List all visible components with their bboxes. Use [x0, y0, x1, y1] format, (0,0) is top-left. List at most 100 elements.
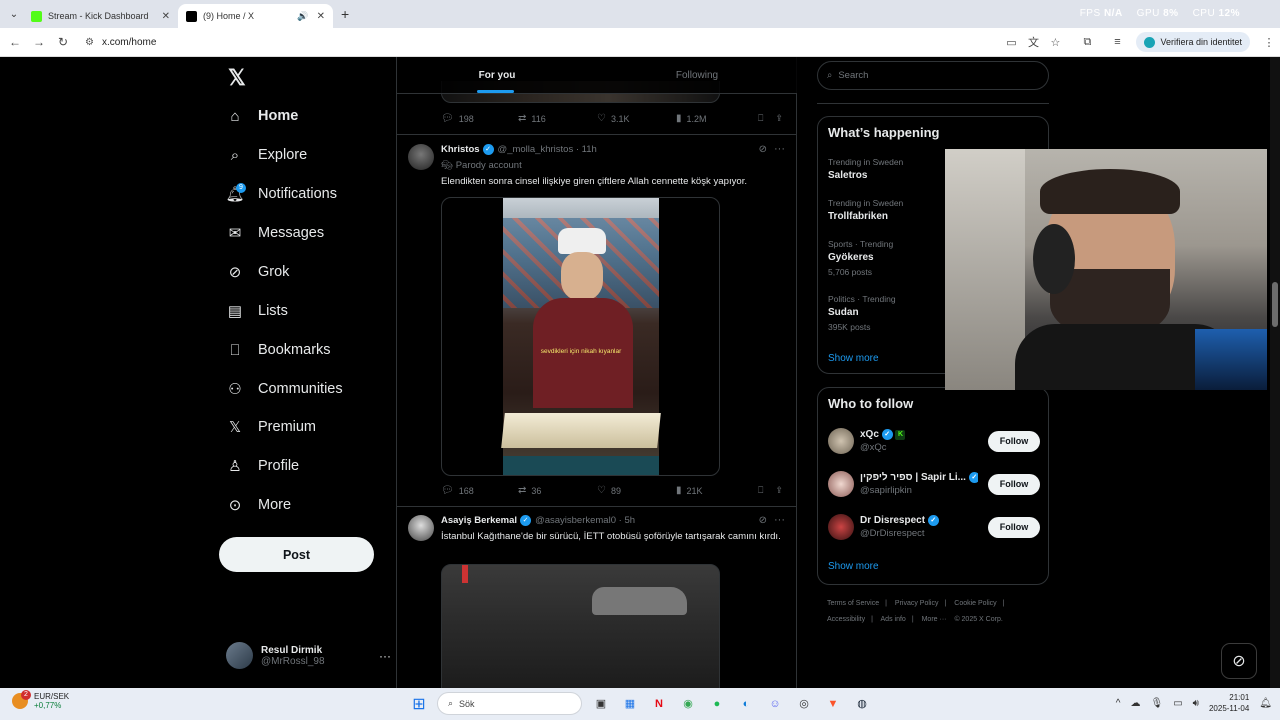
discord-icon[interactable]: ☺	[764, 693, 786, 715]
extensions-icon[interactable]: ⧉	[1076, 36, 1098, 49]
trend-item[interactable]: Sports · Trending Gyökeres 5,706 posts	[828, 239, 893, 277]
like-button[interactable]: ♡ 89	[597, 485, 676, 496]
x-logo-icon[interactable]: 𝕏	[228, 65, 246, 91]
trend-item[interactable]: Trending in Sweden Saletros	[828, 157, 903, 181]
reading-list-icon[interactable]: ≡	[1106, 36, 1128, 48]
trend-item[interactable]: Politics · Trending Sudan 395K posts	[828, 294, 896, 332]
tab-list-button[interactable]: ⌄	[5, 5, 23, 23]
nav-premium[interactable]: 𝕏 Premium	[226, 413, 316, 441]
footer-link[interactable]: Terms of Service	[827, 600, 879, 607]
follow-button[interactable]: Follow	[988, 516, 1040, 538]
share-icon[interactable]: ⇪	[775, 485, 783, 496]
tweet-video[interactable]	[441, 564, 720, 688]
show-more-link[interactable]: Show more	[828, 561, 879, 572]
page-scrollbar[interactable]	[1270, 57, 1280, 688]
tweet-time[interactable]: 5h	[624, 515, 635, 526]
scrollbar-thumb[interactable]	[1272, 282, 1278, 327]
nav-notifications[interactable]: 🔔︎ 9 Notifications	[225, 180, 337, 208]
search-input[interactable]: ⌕ Search	[817, 61, 1049, 90]
show-more-link[interactable]: Show more	[828, 353, 879, 364]
follow-button[interactable]: Follow	[988, 473, 1040, 495]
bookmark-icon[interactable]: ⎕	[758, 113, 763, 124]
tweet-time[interactable]: 11h	[582, 144, 597, 155]
author-name[interactable]: Asayiş Berkemal	[441, 515, 517, 526]
edge-icon[interactable]: ◐	[735, 693, 757, 715]
verify-identity-button[interactable]: Verifiera din identitet	[1136, 32, 1250, 52]
more-icon[interactable]: ···	[774, 514, 785, 526]
cloud-icon[interactable]: ☁	[1131, 698, 1141, 709]
browser-tab-kick[interactable]: Stream - Kick Dashboard ✕	[23, 4, 178, 28]
close-tab-icon[interactable]: ✕	[317, 11, 325, 22]
nav-bookmarks[interactable]: ⎕ Bookmarks	[226, 336, 330, 364]
new-tab-button[interactable]: +	[341, 6, 349, 22]
footer-link[interactable]: Cookie Policy	[954, 600, 996, 607]
follow-suggestion[interactable]: ספיר ליפקין | Sapir Li... ✓ @sapirlipkin…	[828, 469, 1040, 499]
forward-icon[interactable]: →	[27, 35, 51, 49]
grok-icon[interactable]: ⊘	[759, 144, 767, 155]
translate-icon[interactable]: 文	[1022, 34, 1044, 50]
nav-explore[interactable]: ⌕ Explore	[226, 141, 307, 169]
footer-link[interactable]: Ads info	[881, 616, 906, 623]
footer-more-link[interactable]: More ···	[922, 616, 947, 623]
taskbar-search[interactable]: ⌕ Sök	[437, 692, 582, 715]
footer-link[interactable]: Privacy Policy	[895, 600, 939, 607]
nav-grok[interactable]: ⊘ Grok	[226, 258, 290, 286]
browser-menu-icon[interactable]: ⋮	[1258, 36, 1280, 49]
windows-start-icon[interactable]: ⊞	[408, 693, 430, 715]
nav-profile[interactable]: ♙ Profile	[226, 452, 299, 480]
grok-icon[interactable]: ⊘	[759, 515, 767, 526]
bookmark-icon[interactable]: ⎕	[758, 485, 763, 496]
bookmark-star-icon[interactable]: ☆	[1044, 36, 1066, 49]
tweet[interactable]: Khristos ✓ @_molla_khristos · 11h ⊘ ··· …	[397, 135, 797, 506]
chevron-up-icon[interactable]: ^	[1116, 698, 1121, 709]
author-handle[interactable]: @_molla_khristos	[498, 144, 574, 155]
account-switcher[interactable]: Resul Dirmik @MrRossl_98 ···	[226, 642, 391, 669]
follow-suggestion[interactable]: xQc ✓ K @xQc Follow	[828, 426, 1040, 456]
browser-tab-x[interactable]: (9) Home / X 🔊 ✕	[178, 4, 333, 28]
back-icon[interactable]: ←	[3, 35, 27, 49]
steam-icon[interactable]: ◍	[851, 693, 873, 715]
brave-icon[interactable]: ▼	[822, 693, 844, 715]
obs-icon[interactable]: ◎	[793, 693, 815, 715]
tweet-video[interactable]: sevdikleri için nikah kıyanlar	[441, 197, 720, 476]
share-icon[interactable]: ⇪	[775, 113, 783, 124]
tweet[interactable]: Asayiş Berkemal ✓ @asayisberkemal0 · 5h …	[397, 507, 797, 688]
volume-icon[interactable]: 🔊︎	[1193, 698, 1199, 709]
tab-following[interactable]: Following	[597, 57, 797, 93]
tab-for-you[interactable]: For you	[397, 57, 597, 93]
nav-home[interactable]: ⌂ Home	[226, 102, 298, 130]
chrome-icon[interactable]: ◉	[677, 693, 699, 715]
repost-button[interactable]: ⇄ 36	[518, 485, 597, 496]
grok-floating-button[interactable]: ⊘	[1221, 643, 1257, 679]
task-view-icon[interactable]: ▣	[590, 693, 612, 715]
reply-button[interactable]: 💬︎ 168	[441, 485, 518, 496]
reload-icon[interactable]: ↻	[51, 35, 75, 49]
like-button[interactable]: ♡ 3.1K	[597, 113, 676, 124]
microphone-icon[interactable]: 🎙︎	[1151, 698, 1164, 709]
nav-communities[interactable]: ⚇ Communities	[226, 375, 342, 403]
nav-lists[interactable]: ▤ Lists	[226, 297, 288, 325]
author-handle[interactable]: @asayisberkemal0	[535, 515, 616, 526]
network-icon[interactable]: ▭	[1173, 698, 1182, 709]
avatar[interactable]	[408, 515, 434, 541]
nav-messages[interactable]: ✉ Messages	[226, 219, 324, 247]
footer-link[interactable]: Accessibility	[827, 616, 865, 623]
more-icon[interactable]: ···	[774, 143, 785, 155]
views-button[interactable]: ▮ 1.2M	[676, 113, 758, 124]
post-button[interactable]: Post	[219, 537, 374, 572]
reply-button[interactable]: 💬︎ 198	[441, 113, 518, 124]
follow-button[interactable]: Follow	[988, 430, 1040, 452]
currency-widget[interactable]: 2 EUR/SEK +0,77%	[12, 690, 69, 710]
store-icon[interactable]: ▦	[619, 693, 641, 715]
repost-button[interactable]: ⇄ 116	[518, 113, 597, 124]
clock[interactable]: 21:01 2025-11-04	[1209, 692, 1249, 714]
netflix-icon[interactable]: N	[648, 693, 670, 715]
url-field[interactable]: ⚙ x.com/home	[85, 37, 1000, 48]
account-menu-icon[interactable]: ···	[379, 649, 391, 663]
cast-icon[interactable]: ▭	[1000, 36, 1022, 49]
trend-item[interactable]: Trending in Sweden Trollfabriken	[828, 198, 903, 222]
author-name[interactable]: Khristos	[441, 144, 480, 155]
notification-bell-icon[interactable]: 🔔︎	[1259, 698, 1272, 709]
spotify-icon[interactable]: ●	[706, 693, 728, 715]
follow-suggestion[interactable]: Dr Disrespect ✓ @DrDisrespect Follow	[828, 512, 1040, 542]
